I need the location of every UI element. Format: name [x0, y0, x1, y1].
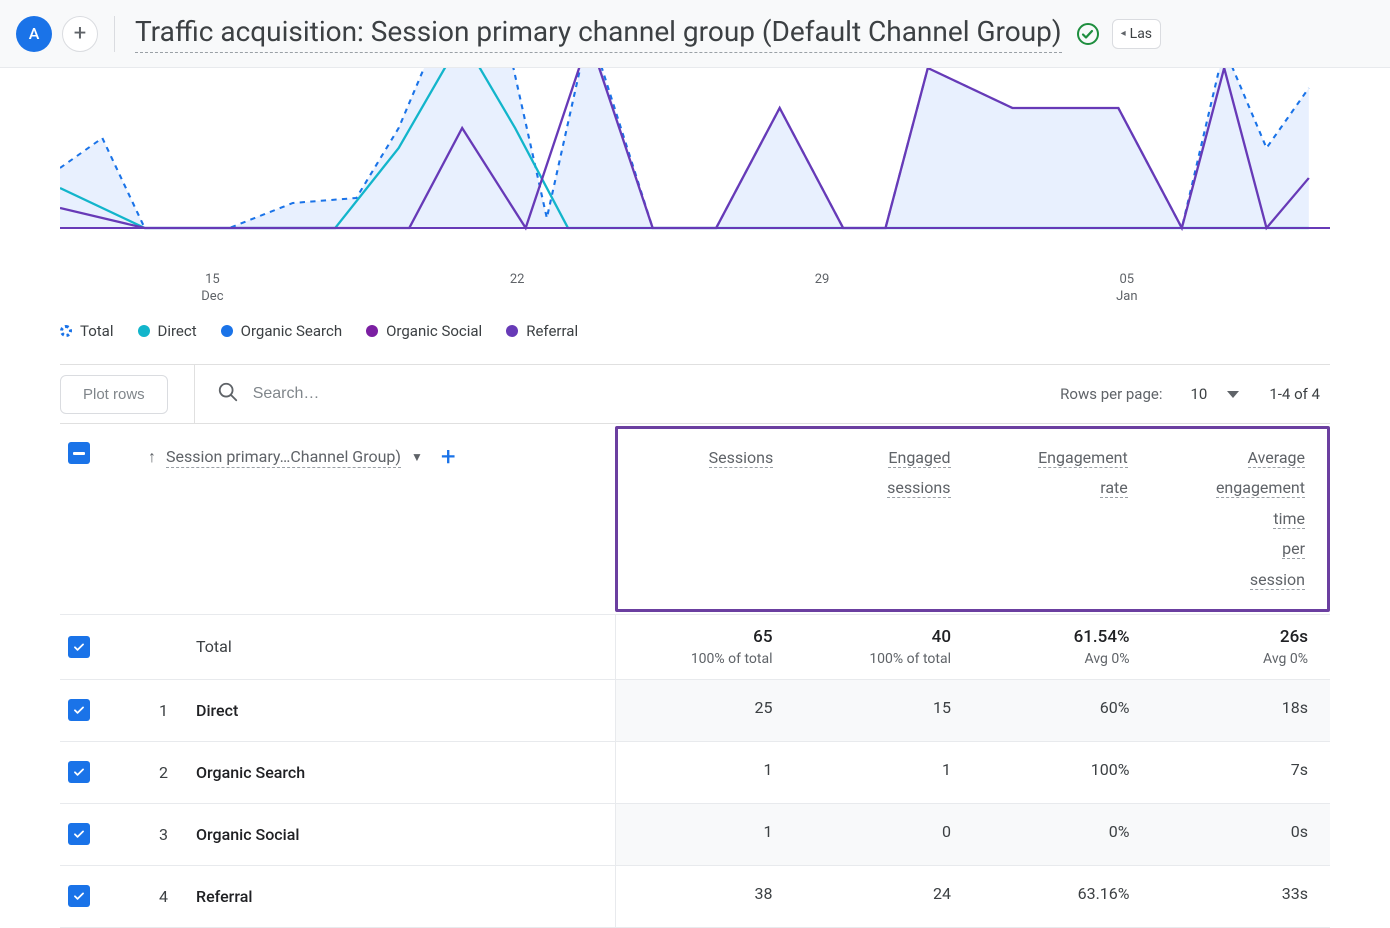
x-axis-tick: 15Dec: [201, 272, 223, 306]
chart-area: 0 15Dec222905Jan: [0, 68, 1390, 312]
row-checkbox[interactable]: [68, 699, 90, 721]
table-row[interactable]: 4 Referral 382463.16%33s: [60, 866, 1330, 928]
metric-header[interactable]: Sessions: [618, 429, 795, 609]
total-label: Total: [196, 637, 232, 656]
legend-label: Direct: [158, 322, 197, 340]
metric-cell: 38: [616, 866, 795, 927]
rows-per-page-select[interactable]: 10: [1190, 385, 1239, 403]
metric-header[interactable]: Engagedsessions: [795, 429, 972, 609]
date-range-picker[interactable]: ◂Las: [1112, 19, 1161, 49]
metric-cell: 0%: [973, 804, 1152, 865]
x-axis-tick: 22: [510, 272, 525, 289]
select-all-checkbox[interactable]: [68, 442, 90, 464]
x-axis-tick: 29: [815, 272, 830, 289]
row-index: 1: [122, 701, 168, 720]
row-index: 2: [122, 763, 168, 782]
metric-cell: 18s: [1152, 680, 1331, 741]
totals-row: Total 65100% of total40100% of total61.5…: [60, 615, 1330, 680]
metric-cell: 0: [795, 804, 974, 865]
metric-cell: 0s: [1152, 804, 1331, 865]
divider: [114, 16, 115, 52]
status-ok-icon[interactable]: [1076, 22, 1100, 46]
metric-header[interactable]: Engagementrate: [973, 429, 1150, 609]
table-row[interactable]: 3 Organic Social 100%0s: [60, 804, 1330, 866]
x-axis-tick: 05Jan: [1116, 272, 1137, 306]
total-metric-cell: 61.54%Avg 0%: [973, 615, 1152, 679]
total-metric-cell: 26sAvg 0%: [1152, 615, 1331, 679]
divider: [194, 365, 195, 423]
row-index: 3: [122, 825, 168, 844]
row-checkbox[interactable]: [68, 636, 90, 658]
metric-cell: 33s: [1152, 866, 1331, 927]
dimension-dropdown[interactable]: ▼: [411, 450, 423, 464]
row-dimension: Direct: [196, 701, 238, 720]
metric-cell: 1: [795, 742, 974, 803]
dimension-header[interactable]: Session primary…Channel Group): [166, 447, 401, 468]
row-checkbox[interactable]: [68, 885, 90, 907]
add-dimension-button[interactable]: +: [433, 442, 464, 472]
row-dimension: Referral: [196, 887, 252, 906]
legend-item[interactable]: Total: [60, 322, 114, 340]
legend-item[interactable]: Organic Social: [366, 322, 482, 340]
metrics-header-highlight: SessionsEngagedsessionsEngagementrateAve…: [615, 426, 1330, 612]
top-bar: A + Traffic acquisition: Session primary…: [0, 0, 1390, 68]
legend-label: Total: [80, 322, 114, 340]
row-checkbox[interactable]: [68, 823, 90, 845]
page-title[interactable]: Traffic acquisition: Session primary cha…: [135, 14, 1062, 53]
legend-item[interactable]: Organic Search: [221, 322, 342, 340]
row-dimension: Organic Search: [196, 763, 305, 782]
table-toolbar: Plot rows Rows per page: 10 1-4 of 4: [60, 364, 1330, 424]
pagination-range: 1-4 of 4: [1269, 385, 1330, 403]
table-row[interactable]: 1 Direct 251560%18s: [60, 680, 1330, 742]
chevron-down-icon: [1227, 391, 1239, 398]
legend-color-icon: [138, 325, 150, 337]
table-header: ↑ Session primary…Channel Group) ▼ + Ses…: [60, 424, 1330, 615]
metric-cell: 7s: [1152, 742, 1331, 803]
metric-cell: 63.16%: [973, 866, 1152, 927]
metric-cell: 25: [616, 680, 795, 741]
legend-color-icon: [60, 325, 72, 337]
metric-cell: 1: [616, 804, 795, 865]
legend-color-icon: [221, 325, 233, 337]
total-metric-cell: 65100% of total: [616, 615, 795, 679]
data-table: ↑ Session primary…Channel Group) ▼ + Ses…: [60, 424, 1330, 928]
legend-label: Organic Search: [241, 322, 342, 340]
total-metric-cell: 40100% of total: [795, 615, 974, 679]
row-checkbox[interactable]: [68, 761, 90, 783]
line-chart: [60, 68, 1330, 268]
legend-label: Organic Social: [386, 322, 482, 340]
legend-color-icon: [366, 325, 378, 337]
metric-cell: 24: [795, 866, 974, 927]
add-segment-button[interactable]: +: [62, 16, 98, 52]
legend-color-icon: [506, 325, 518, 337]
row-index: 4: [122, 887, 168, 906]
metric-cell: 100%: [973, 742, 1152, 803]
search-input[interactable]: [253, 385, 513, 403]
metric-cell: 15: [795, 680, 974, 741]
metric-cell: 1: [616, 742, 795, 803]
legend-label: Referral: [526, 322, 578, 340]
legend-item[interactable]: Referral: [506, 322, 578, 340]
date-range-label: Las: [1130, 26, 1152, 42]
sort-arrow-icon[interactable]: ↑: [148, 447, 156, 467]
segment-chip[interactable]: A: [16, 16, 52, 52]
rows-per-page-value: 10: [1190, 385, 1207, 403]
legend-item[interactable]: Direct: [138, 322, 197, 340]
row-dimension: Organic Social: [196, 825, 299, 844]
metric-header[interactable]: Averageengagementtimepersession: [1150, 429, 1327, 609]
chart-legend: Total Direct Organic Search Organic Social R…: [60, 312, 1330, 364]
rows-per-page-label: Rows per page:: [1060, 385, 1162, 403]
plot-rows-button[interactable]: Plot rows: [60, 375, 168, 414]
metric-cell: 60%: [973, 680, 1152, 741]
table-row[interactable]: 2 Organic Search11100%7s: [60, 742, 1330, 804]
search-icon: [217, 381, 239, 407]
